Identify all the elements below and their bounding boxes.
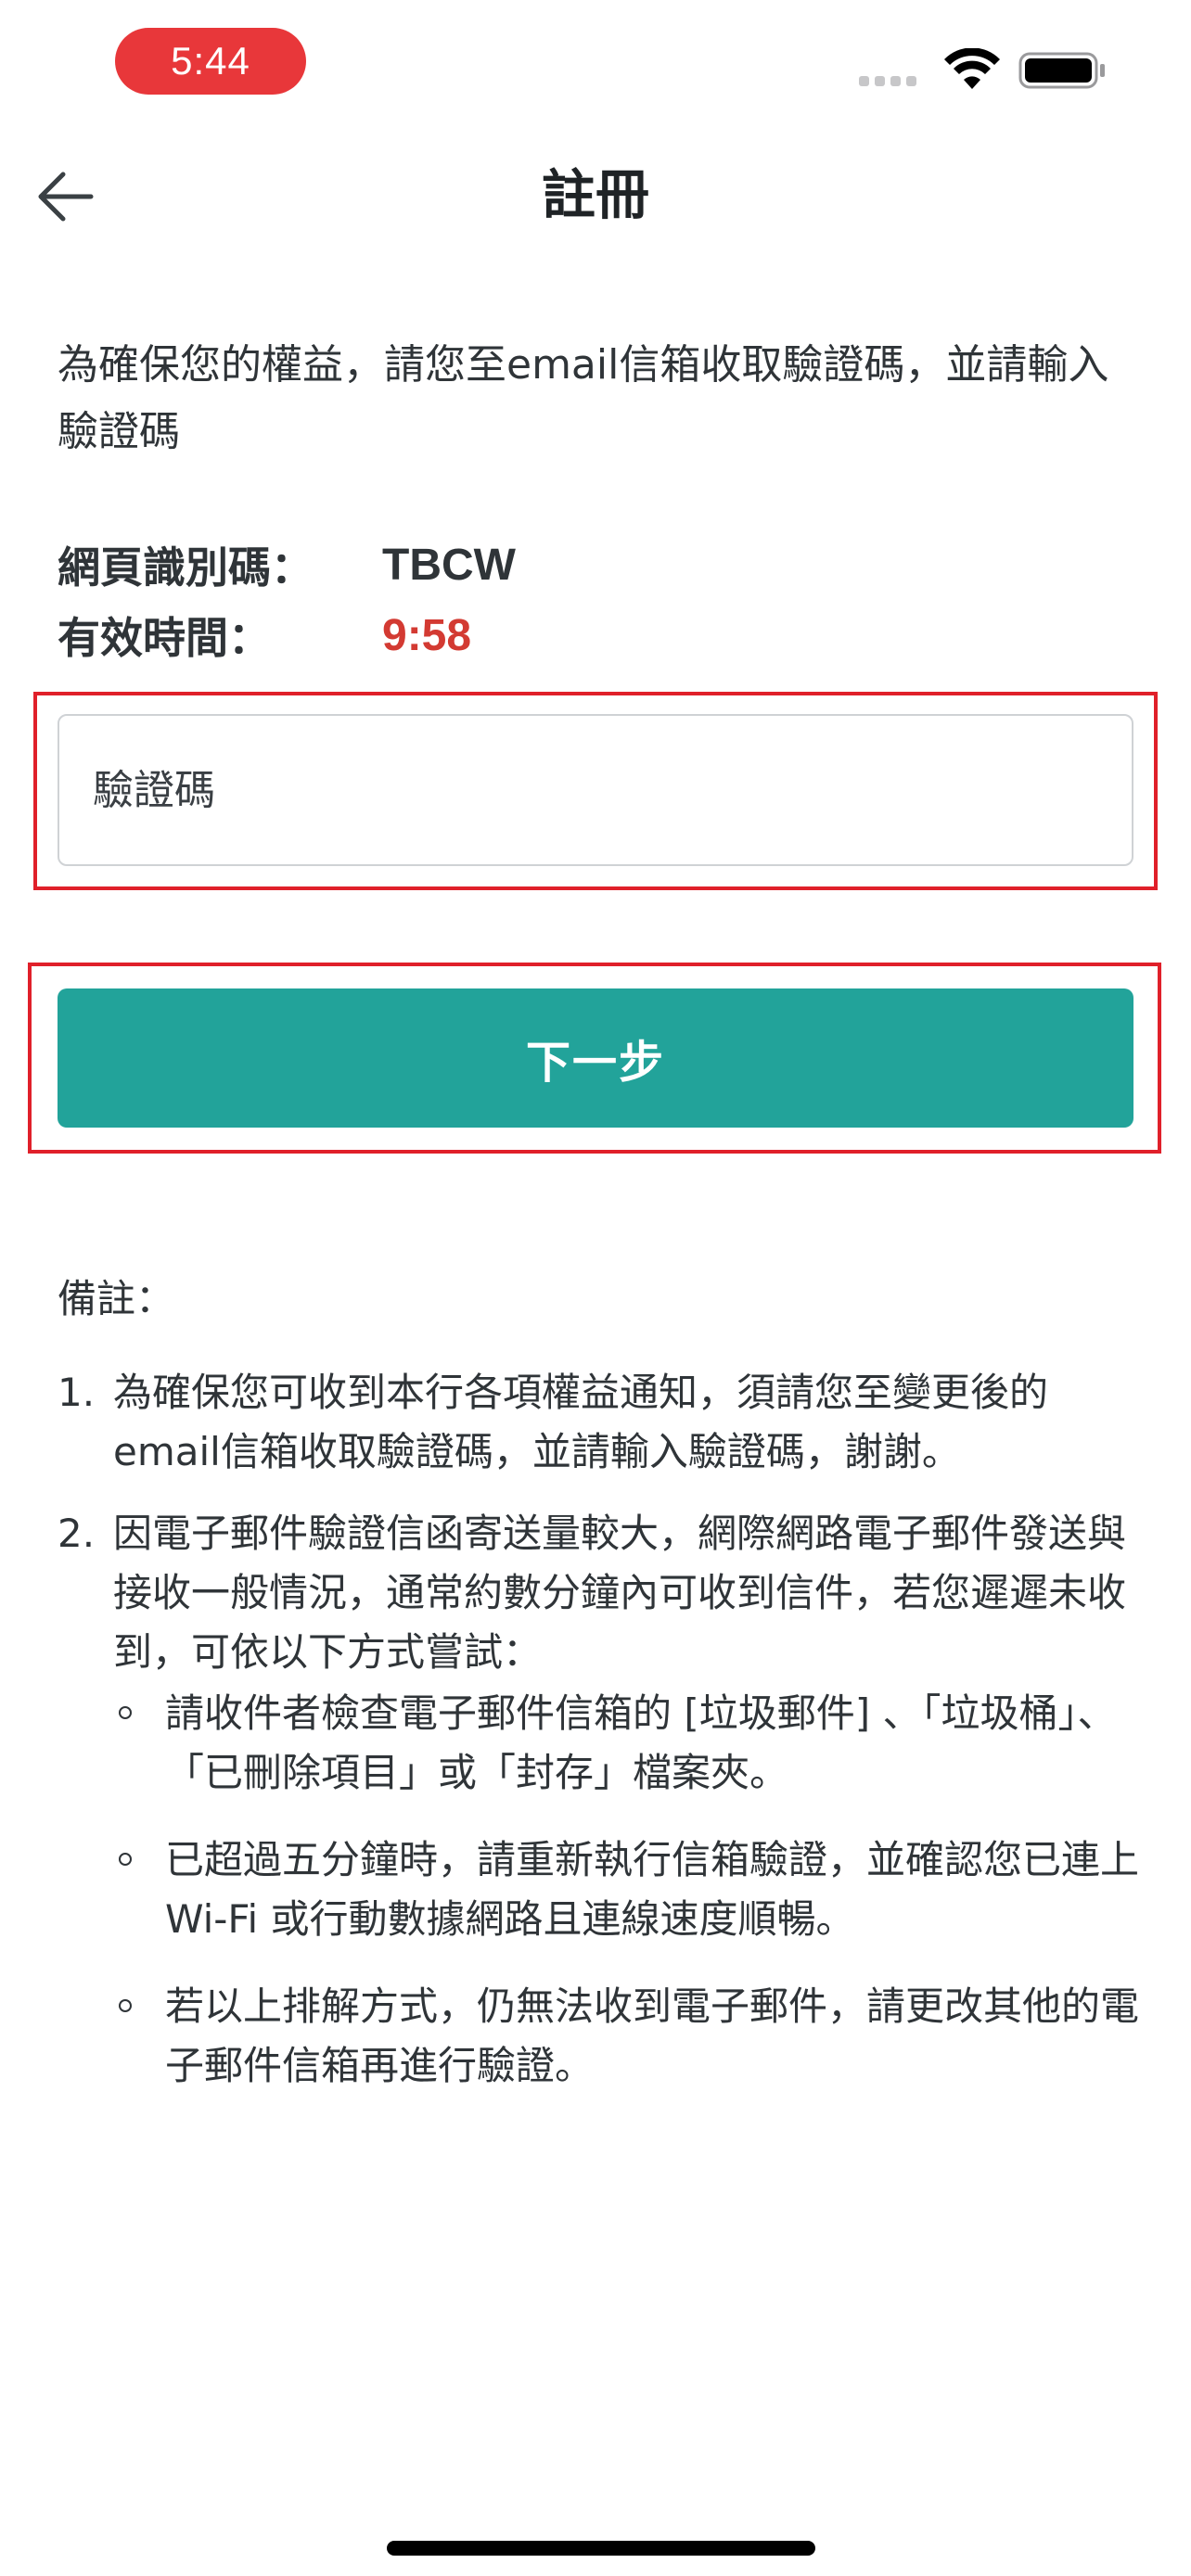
home-indicator[interactable] (387, 2541, 815, 2556)
note-sub-item: 請收件者檢查電子郵件信箱的 [垃圾郵件] 、「垃圾桶」、「已刪除項目」或「封存」… (113, 1684, 1152, 1803)
note-sub-text: 若以上排解方式，仍無法收到電子郵件，請更改其他的電子郵件信箱再進行驗證。 (165, 1983, 1140, 2088)
note-sub-text: 已超過五分鐘時，請重新執行信箱驗證，並確認您已連上Wi-Fi 或行動數據網路且連… (165, 1837, 1140, 1942)
note-sub-text: 請收件者檢查電子郵件信箱的 [垃圾郵件] 、「垃圾桶」、「已刪除項目」或「封存」… (165, 1690, 1117, 1795)
page-title: 註冊 (541, 163, 649, 226)
note-text: 因電子郵件驗證信函寄送量較大，網際網路電子郵件發送與接收一般情況，通常約數分鐘內… (113, 1511, 1127, 1675)
note-item: 2. 因電子郵件驗證信函寄送量較大，網際網路電子郵件發送與接收一般情況，通常約數… (58, 1504, 1152, 2096)
note-sub-item: 已超過五分鐘時，請重新執行信箱驗證，並確認您已連上Wi-Fi 或行動數據網路且連… (113, 1830, 1152, 1949)
note-sub-item: 若以上排解方式，仍無法收到電子郵件，請更改其他的電子郵件信箱再進行驗證。 (113, 1977, 1152, 2096)
note-text: 為確保您可收到本行各項權益通知，須請您至變更後的email信箱收取驗證碼，並請輸… (113, 1370, 1049, 1474)
cellular-signal-icon (859, 76, 916, 86)
next-step-button[interactable]: 下一步 (58, 988, 1133, 1128)
web-id-value: TBCW (382, 540, 516, 590)
note-number: 2. (58, 1511, 96, 1556)
status-bar: 5:44 (0, 0, 1191, 139)
notes-title: 備註： (58, 1276, 175, 1321)
valid-time-label: 有效時間： (58, 613, 271, 663)
note-number: 1. (58, 1370, 96, 1415)
verification-code-input[interactable] (58, 714, 1133, 866)
wifi-icon (944, 48, 1000, 89)
valid-time-row: 有效時間： 9:58 (58, 603, 471, 668)
web-id-row: 網頁識別碼： TBCW (58, 532, 516, 597)
navigation-bar: 註冊 (0, 139, 1191, 250)
web-id-label: 網頁識別碼： (58, 542, 314, 593)
battery-icon (1018, 52, 1105, 89)
status-time: 5:44 (115, 28, 306, 95)
valid-time-value: 9:58 (382, 610, 472, 660)
note-item: 1. 為確保您可收到本行各項權益通知，須請您至變更後的email信箱收取驗證碼，… (58, 1363, 1152, 1482)
notes-section: 備註： 1. 為確保您可收到本行各項權益通知，須請您至變更後的email信箱收取… (58, 1267, 1152, 2123)
intro-text: 為確保您的權益，請您至email信箱收取驗證碼，並請輸入驗證碼 (58, 341, 1109, 455)
